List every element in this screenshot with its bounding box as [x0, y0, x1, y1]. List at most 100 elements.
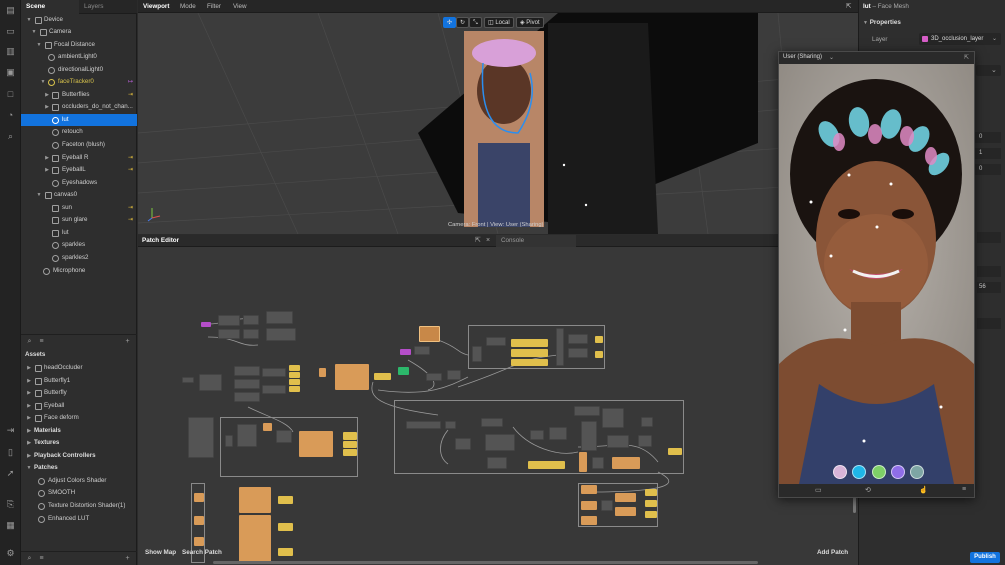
patch-node[interactable]: [343, 449, 357, 456]
patch-node[interactable]: [641, 417, 653, 427]
tree-item-lut-2[interactable]: lut: [21, 227, 137, 239]
patch-node[interactable]: [414, 346, 430, 355]
patch-node[interactable]: [289, 372, 300, 378]
tree-item-lut-selected[interactable]: lut: [21, 114, 137, 126]
property-field[interactable]: [977, 232, 1001, 243]
video-icon[interactable]: ▭: [5, 26, 16, 37]
patch-node[interactable]: [262, 385, 286, 394]
send-icon[interactable]: ➚: [5, 468, 16, 479]
patch-node[interactable]: [237, 424, 257, 447]
tree-item-directional-light[interactable]: directionalLight0: [21, 64, 137, 76]
patch-node[interactable]: [612, 457, 640, 469]
search-icon[interactable]: ⌕: [25, 554, 34, 563]
patch-node[interactable]: [263, 423, 272, 431]
script-icon[interactable]: ⎘: [5, 499, 16, 510]
patch-node[interactable]: [343, 432, 357, 440]
tree-item-eyeball-r[interactable]: ▶ Eyeball R ⇥: [21, 152, 137, 164]
filter-swatch-1[interactable]: [833, 465, 847, 479]
show-map-button[interactable]: Show Map: [145, 549, 176, 556]
patch-node[interactable]: [426, 373, 442, 381]
patch-node[interactable]: [299, 431, 333, 457]
patch-editor[interactable]: Patch Editor ⇱ × Console Show Map Search…: [138, 235, 858, 565]
tree-item-sun-glare[interactable]: sun glare ⇥: [21, 214, 137, 226]
local-toggle-button[interactable]: ◫ Local: [484, 17, 514, 28]
menu-mode[interactable]: Mode: [180, 0, 196, 13]
library-icon[interactable]: ▥: [5, 46, 16, 57]
patch-node[interactable]: [530, 430, 544, 440]
export-icon[interactable]: ⇥: [5, 425, 16, 436]
patch-node[interactable]: [262, 368, 286, 377]
patch-node[interactable]: [581, 485, 597, 494]
patch-node[interactable]: [419, 326, 440, 342]
patch-node[interactable]: [511, 339, 548, 347]
tree-item-eyeshadows[interactable]: Eyeshadows: [21, 177, 137, 189]
patch-arrow-icon[interactable]: ⇥: [128, 202, 133, 214]
patch-node[interactable]: [485, 434, 515, 451]
tab-viewport[interactable]: Viewport: [143, 0, 169, 13]
patch-node[interactable]: [528, 461, 565, 469]
patch-node[interactable]: [568, 348, 588, 358]
tab-console[interactable]: Console: [496, 235, 576, 247]
patch-arrow-icon[interactable]: ⇥: [128, 152, 133, 164]
assets-section-textures[interactable]: ▶ Textures: [21, 437, 137, 449]
patch-node[interactable]: [266, 311, 293, 324]
patch-arrow-icon[interactable]: ⇥: [128, 164, 133, 176]
close-icon[interactable]: ×: [486, 235, 490, 247]
patch-node[interactable]: [289, 386, 300, 392]
patch-node[interactable]: [581, 501, 597, 510]
patch-node[interactable]: [574, 406, 600, 416]
preview-icon[interactable]: ▣: [5, 67, 16, 78]
property-field[interactable]: 1: [975, 148, 1001, 159]
asset-item[interactable]: ▶ Butterfly1: [21, 375, 137, 387]
layers-icon[interactable]: ▤: [5, 5, 16, 16]
patch-node[interactable]: [374, 373, 391, 380]
patch-node[interactable]: [645, 489, 657, 496]
publish-button[interactable]: Publish: [970, 552, 1000, 563]
patch-asset-item[interactable]: SMOOTH: [21, 487, 137, 499]
patch-node[interactable]: [481, 418, 503, 427]
rotate-tool-button[interactable]: ↻: [456, 17, 470, 28]
tab-scene[interactable]: Scene: [21, 0, 79, 14]
patch-node[interactable]: [486, 337, 506, 346]
popout-icon[interactable]: ⇱: [846, 0, 851, 13]
simulator-preview[interactable]: User (Sharing) ⌄ ⇱ ▭ ⟲ ☝ ≡: [778, 51, 975, 498]
search-icon[interactable]: ⌕: [5, 131, 16, 142]
asset-item[interactable]: ▶ Butterfly: [21, 387, 137, 399]
viewport[interactable]: Viewport Mode Filter View ⇱ ✣ ↻ ⤡ ◫ Loca…: [138, 0, 858, 234]
tree-item-sparkles2[interactable]: sparkles2: [21, 252, 137, 264]
tree-item-camera[interactable]: ▼ Camera: [21, 26, 137, 38]
property-field[interactable]: 0: [975, 164, 1001, 175]
popout-icon[interactable]: ⇱: [964, 54, 969, 61]
patch-node[interactable]: [668, 448, 682, 455]
tree-item-device[interactable]: ▼ Device: [21, 14, 137, 26]
patch-node[interactable]: [234, 392, 260, 402]
tree-item-sparkles[interactable]: sparkles: [21, 239, 137, 251]
menu-view[interactable]: View: [233, 0, 247, 13]
scale-tool-button[interactable]: ⤡: [469, 17, 482, 28]
filter-swatch-4[interactable]: [891, 465, 905, 479]
tree-item-microphone[interactable]: Microphone: [21, 265, 137, 277]
patch-node[interactable]: [278, 548, 293, 556]
patch-arrow-icon[interactable]: ⇥: [128, 89, 133, 101]
patch-asset-item[interactable]: Texture Distortion Shader(1): [21, 500, 137, 512]
console-icon[interactable]: ▦: [5, 520, 16, 531]
pivot-toggle-button[interactable]: ◈ Pivot: [516, 17, 544, 28]
horizontal-scrollbar[interactable]: [213, 561, 758, 564]
video-camera-icon[interactable]: ▭: [815, 486, 822, 494]
patch-node[interactable]: [568, 334, 588, 344]
patch-node[interactable]: [278, 496, 293, 504]
patch-node[interactable]: [188, 417, 214, 458]
patch-node[interactable]: [645, 500, 657, 507]
menu-filter[interactable]: Filter: [207, 0, 221, 13]
touch-icon[interactable]: ☝: [919, 486, 928, 494]
patch-node[interactable]: [289, 379, 300, 385]
square-icon[interactable]: □: [5, 89, 16, 100]
patch-node[interactable]: [445, 421, 456, 429]
search-icon[interactable]: ⌕: [25, 337, 34, 346]
tree-item-retouch[interactable]: retouch: [21, 126, 137, 138]
patch-node[interactable]: [225, 435, 233, 447]
patch-asset-item[interactable]: Adjust Colors Shader: [21, 475, 137, 487]
patch-node[interactable]: [455, 438, 471, 450]
asset-item[interactable]: ▶ Face deform: [21, 412, 137, 424]
patch-node[interactable]: [595, 336, 603, 343]
